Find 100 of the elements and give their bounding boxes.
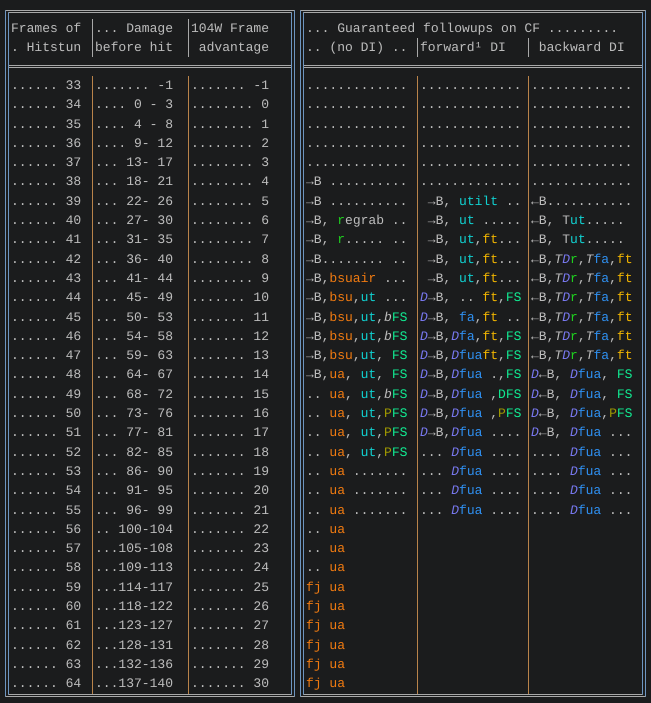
table-cell: ... 27- 30	[95, 213, 174, 228]
table-cell-text: →B, utilt ..	[426, 194, 522, 209]
table-cell: ... 77- 81	[95, 425, 174, 440]
table-cell: ........ 7	[191, 232, 270, 248]
table-cell: ...123-127	[95, 618, 174, 634]
table-cell: .. ua, ut,PFS	[306, 425, 408, 440]
table-cell: .. ua	[306, 522, 346, 537]
table-cell: ...128-131	[95, 638, 174, 653]
table-cell: ←B,TDr,Tfa,ft	[531, 290, 632, 306]
table-cell: ...... 36	[11, 136, 82, 151]
table-cell: ...... 57	[11, 541, 82, 556]
table-cell: ... 31- 35	[95, 232, 174, 248]
table-cell: ...... 56	[11, 522, 82, 537]
table-cell-text: →B, ut,ft...	[426, 270, 522, 286]
table-cell: fj ua	[306, 599, 346, 614]
table-cell: ...... 45	[11, 310, 82, 325]
table-cell: ...118-122	[95, 599, 174, 614]
table-cell: →B ..........	[306, 194, 408, 209]
table-cell: .. ua	[306, 560, 346, 576]
table-cell: ←B,TDr,Tfa,ft	[531, 270, 632, 286]
table-cell: ... 68- 72	[95, 386, 174, 402]
table-cell: .............	[531, 97, 632, 112]
table-cell: →B,bsu,ut,bFS	[306, 310, 408, 325]
table-cell: ....... 14	[191, 367, 270, 382]
table-cell: .............	[306, 78, 408, 93]
table-cell: →B, r..... ..	[306, 232, 408, 248]
table-cell: →B,bsu,ut ...	[306, 290, 408, 306]
table-cell: .............	[420, 97, 522, 112]
table-cell: ........ 1	[191, 116, 270, 132]
table-cell: ...... 49	[11, 386, 82, 402]
table-cell: ... 45- 49	[95, 290, 174, 306]
table-cell: ........ 3	[191, 155, 270, 170]
table-cell: ...... 59	[11, 580, 82, 595]
table-cell: D→B,Dfua ,PFS	[420, 406, 522, 422]
table-cell: ....... 18	[191, 444, 270, 460]
table-cell: ...... 41	[11, 232, 82, 248]
table-cell: D→B, .. ft,FS	[420, 290, 522, 306]
table-cell: D→B,Dfua ,DFS	[420, 386, 522, 402]
table-cell: ... 73- 76	[95, 406, 174, 422]
table-cell: ........ 8	[191, 252, 270, 267]
table-cell: .... Dfua ...	[531, 444, 632, 460]
table-cell: .............	[420, 116, 522, 132]
table-cell: ... 54- 58	[95, 328, 174, 344]
table-cell: .............	[420, 174, 522, 190]
table-cell: ....... 26	[191, 599, 270, 614]
table-cell-text: →B, ut .....	[426, 213, 522, 228]
table-cell: ... 41- 44	[95, 270, 174, 286]
table-cell: D←B, Dfua ...	[531, 425, 632, 440]
table-cell: ...132-136	[95, 656, 174, 672]
table-cell: ........ 9	[191, 270, 270, 286]
table-cell: ...... 58	[11, 560, 82, 576]
table-cell: ...... 42	[11, 252, 82, 267]
table-cell: fj ua	[306, 656, 346, 672]
table-cell: ←B,TDr,Tfa,ft	[531, 328, 632, 344]
table-cell: D←B, Dfua, FS	[531, 386, 632, 402]
table-cell: ....... 24	[191, 560, 270, 576]
table-cell: ... Dfua ....	[420, 502, 522, 518]
table-cell: .............	[531, 116, 632, 132]
table-cell: D→B,Dfa,ft,FS	[420, 328, 522, 344]
table-cell: ...... 35	[11, 116, 82, 132]
table-cell: fj ua	[306, 676, 346, 692]
table-cell: .... 0 - 3	[95, 97, 174, 112]
table-cell: .. ua .......	[306, 502, 408, 518]
table-cell: .............	[420, 136, 522, 151]
table-cell: ... 59- 63	[95, 348, 174, 364]
table-cell: ....... 21	[191, 502, 270, 518]
table-cell: D←B, Dfua, FS	[531, 367, 632, 382]
table-cell: ...... 46	[11, 328, 82, 344]
table-cell: .. ua, ut,PFS	[306, 406, 408, 422]
table-cell: ...... 48	[11, 367, 82, 382]
table-cell: ... 91- 95	[95, 483, 174, 498]
table-cell: .............	[531, 174, 632, 190]
table-cell: .............	[306, 116, 408, 132]
table-cell: ←B...........	[531, 194, 632, 209]
table-cell: ...... 53	[11, 464, 82, 479]
column-header: ... Damage	[95, 20, 174, 38]
table-cell: D→B,Dfua .,FS	[420, 367, 522, 382]
table-cell: ←B, Tut.....	[531, 232, 625, 248]
table-cell: ....... 20	[191, 483, 270, 498]
table-cell: ....... 13	[191, 348, 270, 364]
table-cell: ...137-140	[95, 676, 174, 692]
table-cell: →B,bsu,ut, FS	[306, 348, 408, 364]
table-cell: ........ 2	[191, 136, 270, 151]
table-cell: ....... 28	[191, 638, 270, 653]
table-cell: D←B, Dfua,PFS	[531, 406, 632, 422]
column-header: before hit	[95, 39, 174, 57]
table-cell: →B,ua, ut, FS	[306, 367, 408, 382]
table-cell: .... Dfua ...	[531, 483, 632, 498]
table-cell: ...... 60	[11, 599, 82, 614]
table-cell: ←B, Tut.....	[531, 213, 625, 228]
table-cell: ...... 47	[11, 348, 82, 364]
table-cell: D→B, fa,ft ..	[420, 310, 522, 325]
table-cell: ...109-113	[95, 560, 174, 576]
table-title: ... Guaranteed followups on CF .........	[306, 21, 618, 36]
table-cell-text: →B, ut,ft...	[426, 232, 522, 248]
table-cell: .... Dfua ...	[531, 502, 632, 518]
table-cell: .. ua .......	[306, 483, 408, 498]
table-cell: fj ua	[306, 638, 346, 653]
table-cell: →B ..........	[306, 174, 408, 190]
table-cell: fj ua	[306, 580, 346, 595]
